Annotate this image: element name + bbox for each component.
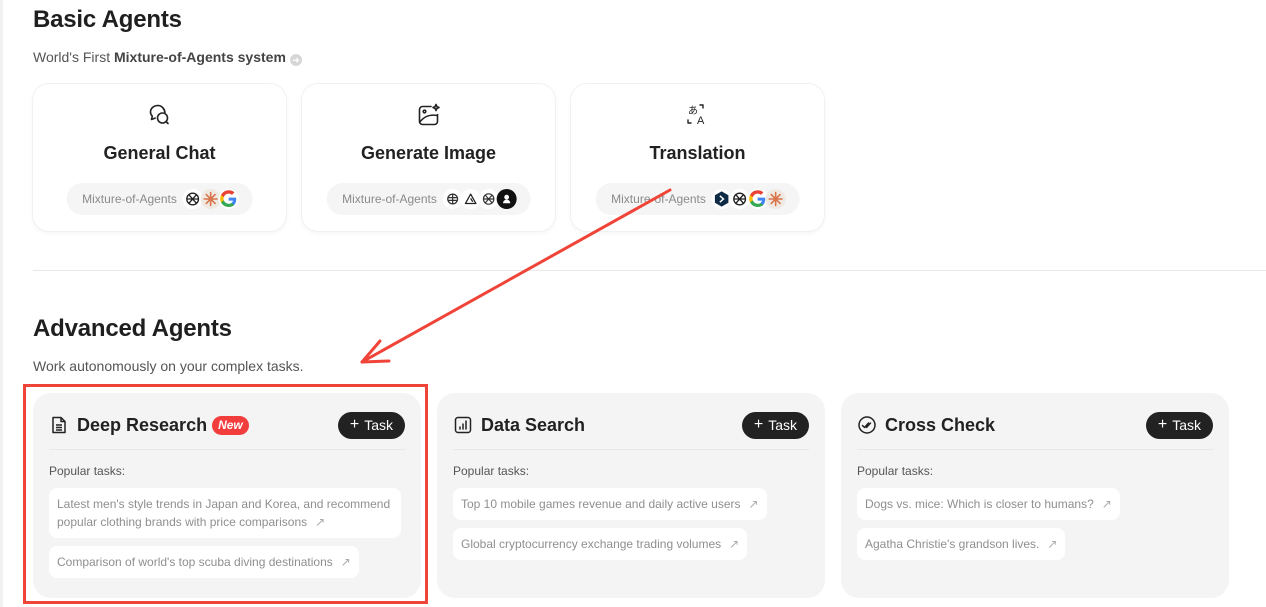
popular-task-chip[interactable]: Comparison of world's top scuba diving d… (49, 546, 359, 578)
card-header: Cross Check + Task (857, 409, 1213, 441)
arrow-up-right-icon: ↗ (315, 515, 326, 529)
arrow-up-right-icon: ↗ (1047, 537, 1058, 551)
subtitle-bold[interactable]: Mixture-of-Agents system (114, 49, 286, 65)
arrow-up-right-icon: ↗ (340, 555, 351, 569)
model-pill: Mixture-of-Agents (66, 183, 253, 215)
basic-agents-title: Basic Agents (33, 6, 182, 33)
bar-chart-icon (453, 415, 473, 435)
popular-tasks-label: Popular tasks: (49, 464, 126, 478)
agent-card-generate-image[interactable]: Generate Image Mixture-of-Agents (302, 84, 555, 231)
document-icon (49, 415, 69, 435)
popular-tasks-label: Popular tasks: (453, 464, 530, 478)
section-divider (33, 270, 1266, 271)
openai-logo-icon (182, 189, 203, 209)
annotation-arrow-head (360, 339, 391, 364)
basic-agents-subtitle: World's First Mixture-of-Agents system ➜ (33, 49, 302, 66)
card-divider (453, 449, 809, 450)
model-pill-label: Mixture-of-Agents (342, 192, 437, 206)
agent-card-general-chat[interactable]: General Chat Mixture-of-Agents (33, 84, 286, 231)
agent-card-cross-check[interactable]: Cross Check + Task Popular tasks: Dogs vs… (841, 393, 1229, 598)
agent-card-deep-research[interactable]: Deep Research New + Task Popular tasks: L… (33, 393, 421, 598)
agent-title: Generate Image (360, 143, 497, 163)
recraft-logo-icon (496, 189, 517, 209)
image-sparkle-icon (302, 102, 555, 128)
google-logo-icon (218, 189, 239, 209)
flux-logo-icon (442, 189, 463, 209)
popular-task-chip[interactable]: Global cryptocurrency exchange trading v… (453, 528, 748, 560)
deepl-logo-icon (711, 189, 732, 209)
agent-title: General Chat (103, 143, 216, 163)
card-divider (857, 449, 1213, 450)
arrow-up-right-icon: ↗ (748, 497, 759, 511)
agent-title: Translation (649, 143, 746, 163)
task-text: Top 10 mobile games revenue and daily ac… (461, 497, 741, 511)
chat-bubbles-icon (33, 102, 286, 128)
task-button-label: Task (364, 417, 393, 433)
agent-title: Data Search (481, 414, 586, 435)
arrow-up-right-icon: ↗ (1101, 497, 1112, 511)
arrow-circle-icon[interactable]: ➜ (289, 54, 302, 66)
model-pill-label: Mixture-of-Agents (611, 192, 706, 206)
task-text: Comparison of world's top scuba diving d… (57, 555, 333, 569)
translate-icon: あ A (571, 102, 824, 128)
task-list: Top 10 mobile games revenue and daily ac… (453, 488, 805, 568)
new-badge: New (212, 415, 249, 435)
claude-logo-icon (200, 189, 221, 209)
add-task-button[interactable]: + Task (1145, 411, 1213, 439)
task-text: Dogs vs. mice: Which is closer to humans… (865, 497, 1094, 511)
popular-task-chip[interactable]: Dogs vs. mice: Which is closer to humans… (857, 488, 1120, 520)
model-pill-label: Mixture-of-Agents (82, 192, 177, 206)
task-text: Latest men's style trends in Japan and K… (57, 497, 391, 529)
claude-logo-icon (765, 189, 786, 209)
task-button-label: Task (1172, 417, 1201, 433)
task-text: Agatha Christie's grandson lives. (865, 537, 1040, 551)
left-edge-strip (0, 0, 3, 607)
add-task-button[interactable]: + Task (741, 411, 809, 439)
subtitle-prefix: World's First (33, 49, 114, 65)
popular-task-chip[interactable]: Top 10 mobile games revenue and daily ac… (453, 488, 767, 520)
plus-icon: + (753, 416, 764, 433)
agent-title: Cross Check (885, 414, 996, 435)
popular-tasks-label: Popular tasks: (857, 464, 934, 478)
advanced-agents-subtitle: Work autonomously on your complex tasks. (33, 358, 304, 374)
ideogram-logo-icon (460, 189, 481, 209)
double-check-circle-icon (857, 415, 877, 435)
model-pill: Mixture-of-Agents (595, 183, 800, 215)
popular-task-chip[interactable]: Latest men's style trends in Japan and K… (49, 488, 401, 538)
openai-logo-icon (729, 189, 750, 209)
advanced-agents-title: Advanced Agents (33, 315, 232, 342)
task-list: Latest men's style trends in Japan and K… (49, 488, 401, 586)
openai-logo-icon (478, 189, 499, 209)
task-button-label: Task (768, 417, 797, 433)
svg-text:A: A (697, 115, 705, 127)
card-header: Deep Research New + Task (49, 409, 405, 441)
model-pill: Mixture-of-Agents (326, 183, 531, 215)
plus-icon: + (1157, 416, 1168, 433)
card-header: Data Search + Task (453, 409, 809, 441)
popular-task-chip[interactable]: Agatha Christie's grandson lives. ↗ (857, 528, 1066, 560)
card-divider (49, 449, 405, 450)
add-task-button[interactable]: + Task (337, 411, 405, 439)
google-logo-icon (747, 189, 768, 209)
plus-icon: + (349, 416, 360, 433)
task-text: Global cryptocurrency exchange trading v… (461, 537, 722, 551)
agent-card-data-search[interactable]: Data Search + Task Popular tasks: Top 10 … (437, 393, 825, 598)
agent-title: Deep Research (77, 414, 208, 435)
agent-card-translation[interactable]: あ A Translation Mixture-of-Agents (571, 84, 824, 231)
task-list: Dogs vs. mice: Which is closer to humans… (857, 488, 1209, 568)
arrow-up-right-icon: ↗ (729, 537, 740, 551)
